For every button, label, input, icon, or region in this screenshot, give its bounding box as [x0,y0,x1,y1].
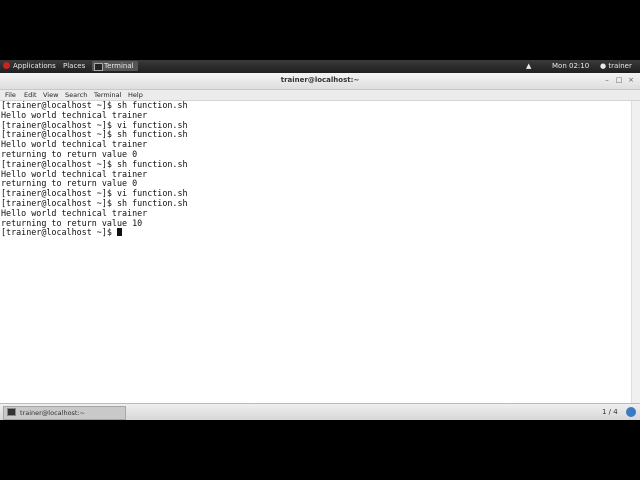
maximize-icon[interactable]: □ [615,76,623,84]
window-title: trainer@localhost:~ [280,76,360,84]
workspace-indicator[interactable]: 1 / 4 [602,407,618,417]
clock[interactable]: Mon 02:10 [552,62,589,71]
window-list-terminal[interactable]: trainer@localhost:~ [3,406,126,420]
places-menu[interactable]: Places [63,62,85,71]
terminal-output[interactable]: [trainer@localhost ~]$ sh function.sh Hel… [1,100,629,401]
applications-menu[interactable]: Applications [3,62,56,71]
user-icon: ● [600,62,607,70]
terminal-icon [94,63,103,71]
window-titlebar[interactable]: trainer@localhost:~ – □ × [0,73,640,90]
menu-view[interactable]: View [43,91,58,99]
menu-help[interactable]: Help [128,91,143,99]
terminal-taskbar-label: Terminal [104,62,134,70]
window-list-label: trainer@localhost:~ [20,409,86,417]
applications-label: Applications [13,62,56,70]
desktop-screen: Applications Places Terminal ▲ Mon 02:10… [0,60,640,420]
close-icon[interactable]: × [627,76,635,84]
volume-icon[interactable]: ▲ [526,62,531,71]
user-menu[interactable]: ● trainer [600,62,632,71]
terminal-prompt: [trainer@localhost ~]$ [1,227,117,238]
menu-terminal[interactable]: Terminal [94,91,121,99]
user-label: trainer [608,62,632,70]
text-cursor [116,228,122,237]
terminal-icon [7,408,16,416]
terminal-prompt-line[interactable]: [trainer@localhost ~]$ [1,227,629,238]
top-panel: Applications Places Terminal ▲ Mon 02:10… [0,60,640,73]
menu-file[interactable]: File [5,91,16,99]
terminal-scrollbar[interactable] [631,101,640,403]
bottom-panel: trainer@localhost:~ 1 / 4 [0,403,640,420]
notification-icon[interactable] [626,407,636,417]
distro-logo-icon [3,62,10,69]
menu-edit[interactable]: Edit [24,91,37,99]
menu-search[interactable]: Search [65,91,87,99]
terminal-taskbar-item[interactable]: Terminal [92,61,138,71]
minimize-icon[interactable]: – [603,76,611,84]
